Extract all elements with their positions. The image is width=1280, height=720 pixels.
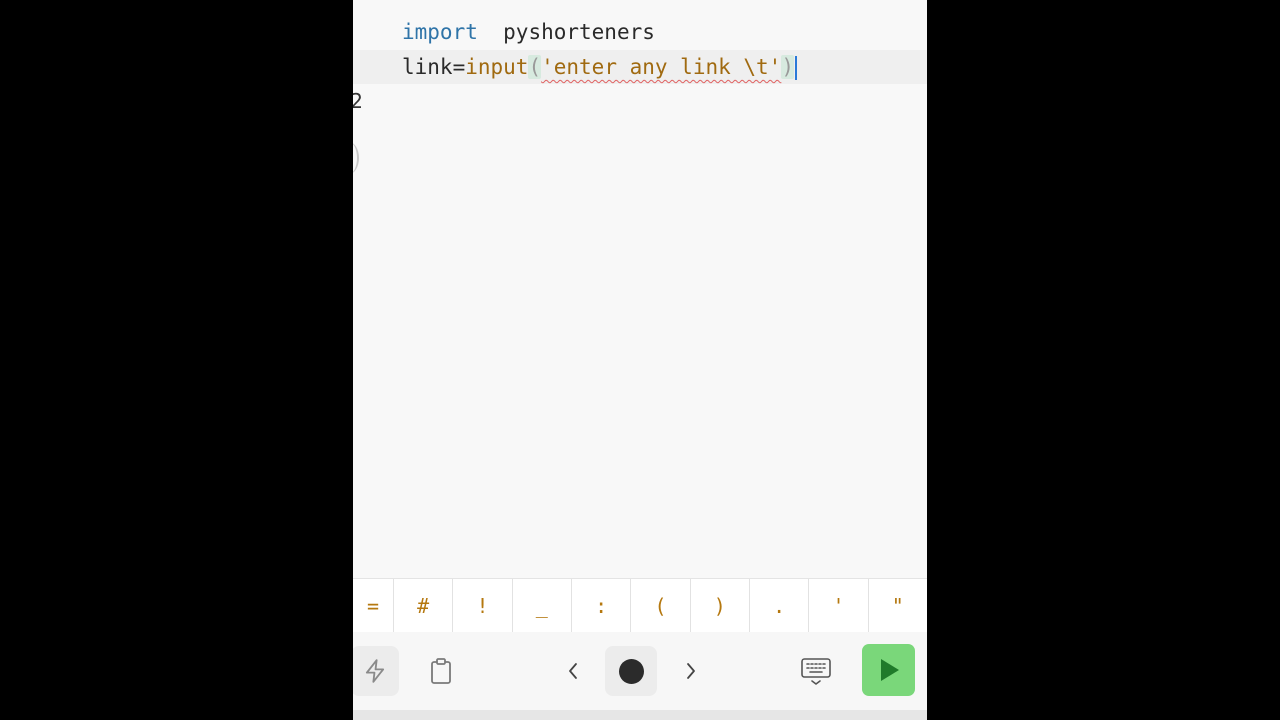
bottom-toolbar	[353, 632, 927, 710]
cursor-left-button[interactable]	[553, 646, 593, 696]
variable-token: link	[402, 55, 453, 79]
text-cursor	[794, 56, 797, 80]
system-nav-bar	[353, 710, 927, 720]
string-token: 'enter any link \t'	[541, 55, 782, 79]
phone-screen: 1 import pyshorteners 2 link=input('ente…	[353, 0, 927, 720]
play-icon	[880, 659, 899, 681]
code-editor[interactable]: 1 import pyshorteners 2 link=input('ente…	[353, 0, 927, 578]
function-token: input	[465, 55, 529, 79]
record-button[interactable]	[605, 646, 657, 696]
module-token: pyshorteners	[503, 20, 655, 44]
code-text: import pyshorteners	[402, 15, 655, 49]
record-icon	[618, 658, 644, 684]
quick-actions-button[interactable]	[353, 646, 399, 696]
symbol-key-close-paren[interactable]: )	[691, 579, 750, 632]
symbol-key-open-paren[interactable]: (	[631, 579, 691, 632]
symbol-key-equals[interactable]: =	[353, 579, 394, 632]
code-line-active[interactable]: 2 link=input('enter any link \t')	[353, 50, 927, 113]
line-number: 2	[353, 89, 363, 113]
run-button[interactable]	[862, 644, 915, 696]
chevron-left-icon	[569, 663, 577, 679]
symbol-key-row: = # ! _ : ( ) . ' "	[353, 578, 927, 633]
keyboard-icon	[801, 658, 831, 685]
code-line[interactable]: 1 import pyshorteners	[353, 15, 927, 78]
clipboard-icon	[431, 658, 451, 684]
symbol-key-period[interactable]: .	[750, 579, 810, 632]
symbol-key-hash[interactable]: #	[394, 579, 454, 632]
operator-token: =	[452, 55, 466, 79]
symbol-key-double-quote[interactable]: "	[869, 579, 927, 632]
symbol-key-single-quote[interactable]: '	[809, 579, 869, 632]
chevron-right-icon	[687, 663, 695, 679]
clipboard-button[interactable]	[417, 646, 465, 696]
keyboard-toggle-button[interactable]	[793, 646, 839, 696]
close-paren-token: )	[781, 55, 794, 79]
cursor-right-button[interactable]	[671, 646, 711, 696]
keyword-token: import	[402, 20, 478, 44]
flash-icon	[365, 659, 385, 683]
symbol-key-exclamation[interactable]: !	[453, 579, 513, 632]
open-paren-token: (	[528, 55, 542, 79]
symbol-key-underscore[interactable]: _	[513, 579, 572, 632]
symbol-key-colon[interactable]: :	[572, 579, 632, 632]
code-text: link=input('enter any link \t')	[402, 50, 797, 84]
